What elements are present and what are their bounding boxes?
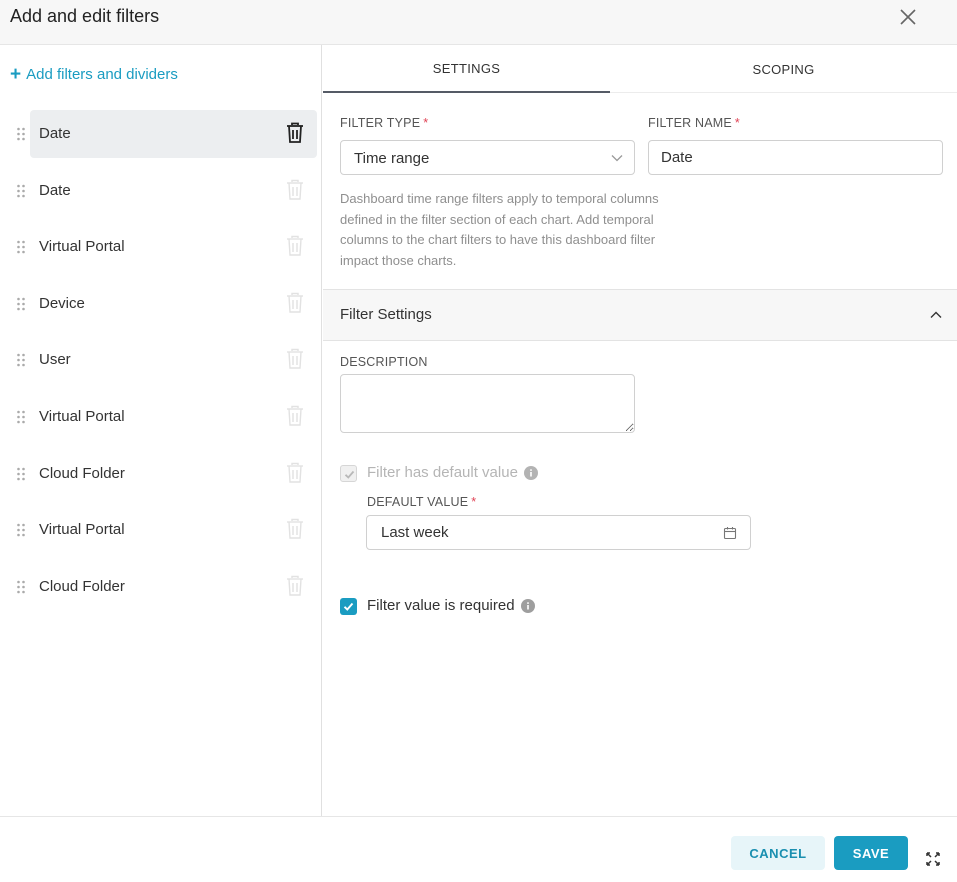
filter-list-item[interactable]: Virtual Portal (0, 393, 322, 441)
default-value-text: Last week (381, 524, 449, 541)
trash-icon[interactable] (285, 575, 305, 597)
default-value-label: DEFAULT VALUE * (367, 495, 477, 509)
drag-handle-icon[interactable] (16, 127, 26, 141)
active-item-background (30, 110, 317, 158)
filter-list-item[interactable]: Date (0, 167, 322, 215)
filter-settings-header[interactable]: Filter Settings (323, 289, 957, 341)
filter-type-help-text: Dashboard time range filters apply to te… (340, 191, 659, 268)
drag-handle-icon[interactable] (16, 353, 26, 367)
filter-type-select[interactable]: Time range (340, 140, 635, 175)
chevron-down-icon (611, 155, 623, 162)
filter-type-label: FILTER TYPE * (340, 116, 429, 130)
filter-settings-title: Filter Settings (340, 306, 432, 323)
trash-icon[interactable] (285, 462, 305, 484)
filter-list-item-label: Virtual Portal (39, 408, 125, 425)
plus-icon: + (10, 64, 22, 85)
filter-name-input[interactable] (648, 140, 943, 175)
filter-list-item-label: Virtual Portal (39, 521, 125, 539)
filter-list-item[interactable]: Virtual Portal (0, 223, 322, 271)
filter-name-label: FILTER NAME * (648, 116, 740, 130)
filter-list-item[interactable]: Device (0, 280, 322, 328)
modal-footer: CANCEL SAVE (0, 816, 957, 882)
description-textarea[interactable] (340, 374, 635, 433)
trash-icon[interactable] (285, 405, 305, 427)
filter-list-item-label: User (39, 351, 71, 369)
default-value-checkbox[interactable] (340, 465, 357, 482)
tab-settings[interactable]: SETTINGS (323, 46, 610, 93)
info-icon[interactable] (523, 465, 538, 480)
chevron-up-icon (930, 311, 942, 318)
default-value-checkbox-label: Filter has default value (367, 464, 538, 481)
drag-handle-icon[interactable] (16, 410, 26, 424)
filter-list-item[interactable]: Cloud Folder (0, 450, 322, 498)
description-label: DESCRIPTION (340, 355, 428, 369)
required-checkbox[interactable] (340, 598, 357, 615)
trash-icon[interactable] (285, 518, 305, 540)
filter-list-item-label: Date (39, 181, 71, 199)
close-icon[interactable] (896, 5, 920, 29)
calendar-icon (723, 527, 737, 540)
drag-handle-icon[interactable] (16, 297, 26, 311)
drag-handle-icon[interactable] (16, 523, 26, 537)
filter-list-item-label: Device (39, 294, 85, 312)
filter-list-item-label: Cloud Folder (39, 577, 125, 595)
expand-icon[interactable] (925, 851, 941, 867)
trash-icon[interactable] (285, 292, 305, 314)
trash-icon[interactable] (285, 348, 305, 370)
required-checkbox-label[interactable]: Filter value is required (367, 597, 535, 614)
default-value-picker[interactable]: Last week (366, 515, 751, 550)
tab-scoping[interactable]: SCOPING (610, 46, 957, 93)
drag-handle-icon[interactable] (16, 580, 26, 594)
filter-list-item-label: Cloud Folder (39, 464, 125, 482)
required-mark: * (734, 116, 740, 130)
filters-sidebar: + Add filters and dividers Date Date Virtu… (0, 45, 322, 816)
drag-handle-icon[interactable] (16, 240, 26, 254)
add-filters-button[interactable]: + Add filters and dividers (10, 65, 178, 84)
tabs: SETTINGS SCOPING (323, 46, 957, 93)
filter-list-item[interactable]: Cloud Folder (0, 563, 322, 611)
trash-icon[interactable] (285, 122, 305, 144)
filter-type-value: Time range (354, 150, 430, 167)
save-button[interactable]: SAVE (834, 836, 908, 870)
filter-list-item[interactable]: Virtual Portal (0, 506, 322, 554)
filter-list-item[interactable]: Date (0, 110, 322, 158)
add-filters-label: Add filters and dividers (26, 66, 178, 83)
drag-handle-icon[interactable] (16, 184, 26, 198)
filter-list-item-label: Virtual Portal (39, 238, 125, 256)
filter-list-item[interactable]: User (0, 336, 322, 384)
trash-icon[interactable] (285, 179, 305, 201)
trash-icon[interactable] (285, 235, 305, 257)
cancel-button[interactable]: CANCEL (731, 836, 825, 870)
modal-title: Add and edit filters (10, 6, 160, 26)
filter-list-item-label: Date (39, 125, 71, 142)
required-mark: * (423, 116, 429, 130)
required-mark: * (471, 495, 477, 509)
info-icon[interactable] (520, 598, 535, 613)
modal-header: Add and edit filters (0, 0, 957, 45)
drag-handle-icon[interactable] (16, 467, 26, 481)
